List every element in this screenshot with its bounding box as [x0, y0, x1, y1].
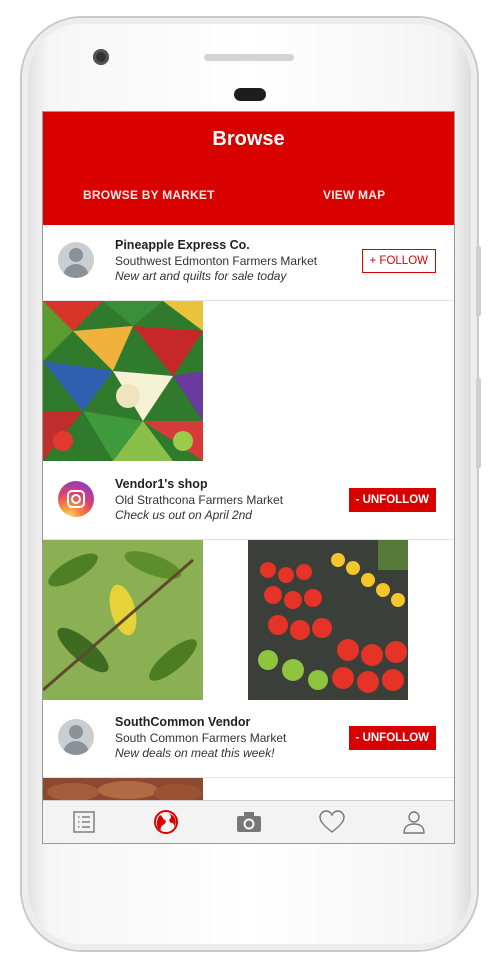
list-icon[interactable]: [71, 809, 97, 835]
proximity-sensor: [234, 88, 266, 101]
tab-browse-by-market[interactable]: BROWSE BY MARKET: [83, 188, 215, 202]
vendor-name[interactable]: SouthCommon Vendor: [115, 715, 250, 729]
vendor-message: New art and quilts for sale today: [115, 269, 287, 283]
default-avatar-icon: [58, 719, 94, 755]
camera-icon[interactable]: [236, 809, 262, 835]
vendor-post: Vendor1's shop Old Strathcona Farmers Ma…: [43, 464, 454, 540]
vendor-message: New deals on meat this week!: [115, 746, 275, 760]
unfollow-button[interactable]: - UNFOLLOW: [348, 726, 436, 750]
bottom-tab-bar: [43, 800, 454, 843]
vendor-post: SouthCommon Vendor South Common Farmers …: [43, 702, 454, 778]
vendor-name[interactable]: Vendor1's shop: [115, 477, 208, 491]
heart-icon[interactable]: [318, 809, 345, 835]
default-avatar-icon: [58, 242, 94, 278]
unfollow-button[interactable]: - UNFOLLOW: [348, 488, 436, 512]
vendor-market: Southwest Edmonton Farmers Market: [115, 254, 318, 268]
volume-button: [476, 246, 481, 316]
follow-button[interactable]: + FOLLOW: [361, 249, 436, 273]
vendor-market: Old Strathcona Farmers Market: [115, 493, 284, 507]
power-button: [476, 378, 481, 468]
front-camera: [93, 49, 109, 65]
earpiece-speaker: [204, 54, 294, 61]
vendor-market: South Common Farmers Market: [115, 731, 287, 745]
page-title: Browse: [212, 128, 285, 150]
app-header: Browse BROWSE BY MARKET VIEW MAP: [43, 112, 454, 225]
instagram-icon: [58, 481, 94, 517]
globe-icon[interactable]: [153, 809, 179, 835]
app-screen: Browse BROWSE BY MARKET VIEW MAP Pineapp…: [42, 111, 455, 844]
vendor-name[interactable]: Pineapple Express Co.: [115, 238, 250, 252]
profile-icon[interactable]: [401, 809, 427, 835]
vegetables-photo[interactable]: [248, 540, 408, 700]
leaves-photo[interactable]: [43, 540, 203, 700]
vendor-message: Check us out on April 2nd: [115, 508, 252, 522]
vendor-post: Pineapple Express Co. Southwest Edmonton…: [43, 225, 454, 301]
tab-view-map[interactable]: VIEW MAP: [323, 188, 385, 202]
quilt-photo[interactable]: [43, 301, 203, 461]
